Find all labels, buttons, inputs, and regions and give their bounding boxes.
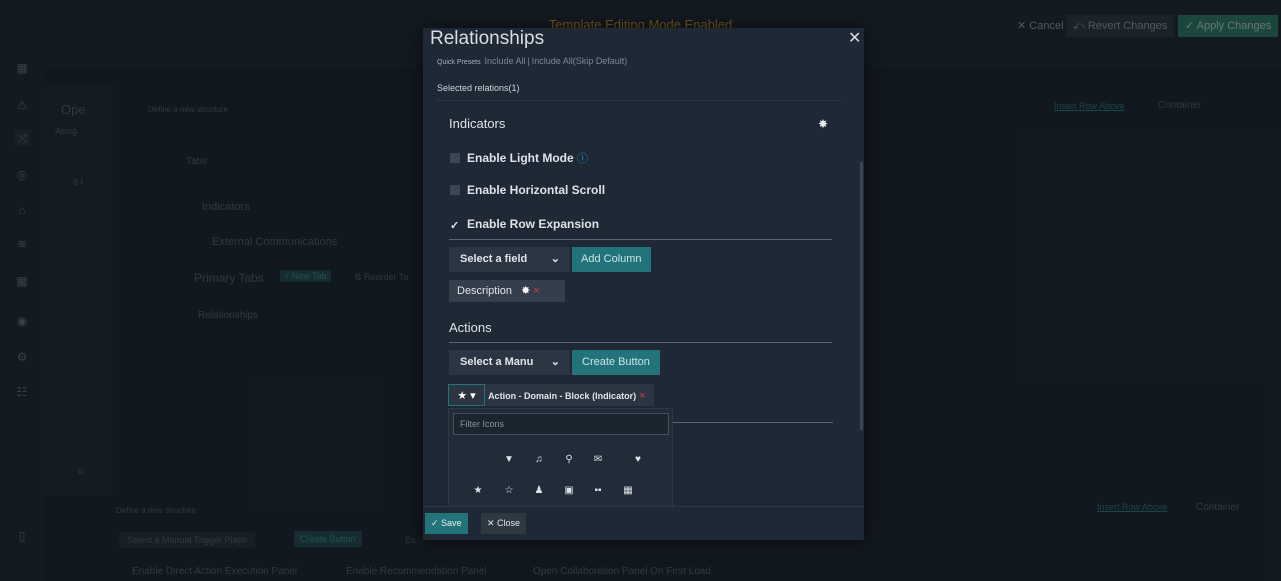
close-button[interactable]: ✕ Close — [481, 513, 527, 534]
search-icon[interactable]: ⚲ — [561, 454, 577, 465]
film-icon[interactable]: ▣ — [561, 485, 577, 496]
divider — [437, 100, 841, 101]
divider — [449, 239, 832, 240]
star-icon[interactable]: ★ — [470, 485, 486, 496]
gear-icon[interactable]: ✸ — [521, 285, 530, 297]
enable-row-expansion-checkbox[interactable]: ✓ Enable Row Expansion — [450, 217, 600, 232]
envelope-icon[interactable]: ✉ — [590, 454, 606, 465]
user-icon[interactable]: ♟ — [531, 485, 547, 496]
include-all-link[interactable]: Include All — [484, 56, 525, 66]
quick-presets: Quick Presets Include All | Include All(… — [437, 56, 627, 66]
actions-section-title: Actions — [449, 320, 492, 335]
enable-row-expansion-label: Enable Row Expansion — [467, 217, 600, 231]
info-icon[interactable]: ⓘ — [577, 153, 588, 165]
icon-picker-dropdown: Filter Icons ▼ ♫ ⚲ ✉ ♥ ★ ☆ ♟ ▣ ▪▪ ▦ — [448, 408, 673, 508]
star-outline-icon[interactable]: ☆ — [501, 485, 517, 496]
th-large-icon[interactable]: ▪▪ — [590, 485, 606, 496]
gear-icon[interactable]: ✸ — [818, 117, 828, 131]
heart-icon[interactable]: ♥ — [630, 454, 646, 465]
chevron-down-icon: ⌄ — [550, 356, 560, 368]
select-manual-value: Select a Manu — [460, 356, 534, 368]
quick-presets-label: Quick Presets — [437, 59, 481, 66]
chevron-down-icon: ⌄ — [550, 253, 560, 265]
select-manual-dropdown[interactable]: Select a Manu ⌄ — [449, 350, 570, 375]
indicators-section-title: Indicators — [449, 116, 506, 131]
description-tag: Description ✸ × — [449, 280, 565, 302]
enable-light-mode-checkbox[interactable]: Enable Light Mode ⓘ — [450, 150, 588, 166]
enable-horizontal-scroll-checkbox[interactable]: Enable Horizontal Scroll — [450, 183, 605, 197]
select-field-value: Select a field — [460, 253, 528, 265]
th-icon[interactable]: ▦ — [620, 485, 636, 496]
selected-relations-label: Selected relations(1) — [437, 83, 520, 93]
remove-icon[interactable]: × — [533, 285, 539, 297]
remove-icon[interactable]: × — [639, 390, 645, 402]
action-tag-label: Action - Domain - Block (Indicator) — [488, 391, 637, 401]
preset-separator: | — [527, 56, 530, 66]
star-icon-picker[interactable]: ★ ▾ — [448, 384, 485, 406]
description-tag-label: Description — [457, 285, 513, 297]
modal-scrollbar[interactable] — [860, 162, 863, 430]
enable-light-mode-label: Enable Light Mode — [467, 151, 574, 165]
modal-title: Relationships — [430, 28, 545, 49]
checkmark-icon[interactable]: ✓ — [450, 221, 460, 232]
select-field-dropdown[interactable]: Select a field ⌄ — [449, 247, 570, 272]
music-icon[interactable]: ♫ — [531, 454, 547, 465]
include-all-skip-default-link[interactable]: Include All(Skip Default) — [532, 56, 628, 66]
action-tag: ★ ▾ Action - Domain - Block (Indicator) … — [448, 384, 654, 406]
checkbox-icon[interactable] — [450, 153, 460, 163]
divider — [449, 342, 832, 343]
add-column-button[interactable]: Add Column — [572, 247, 651, 272]
save-button[interactable]: ✓ Save — [425, 513, 468, 534]
modal-footer: ✓ Save ✕ Close — [423, 506, 864, 540]
close-icon[interactable]: ✕ — [848, 28, 861, 48]
filter-icon[interactable]: ▼ — [501, 454, 517, 465]
enable-horizontal-scroll-label: Enable Horizontal Scroll — [467, 183, 606, 197]
filter-icons-input[interactable]: Filter Icons — [453, 413, 669, 435]
divider — [673, 422, 833, 423]
checkbox-icon[interactable] — [450, 185, 460, 195]
create-button[interactable]: Create Button — [572, 350, 660, 375]
